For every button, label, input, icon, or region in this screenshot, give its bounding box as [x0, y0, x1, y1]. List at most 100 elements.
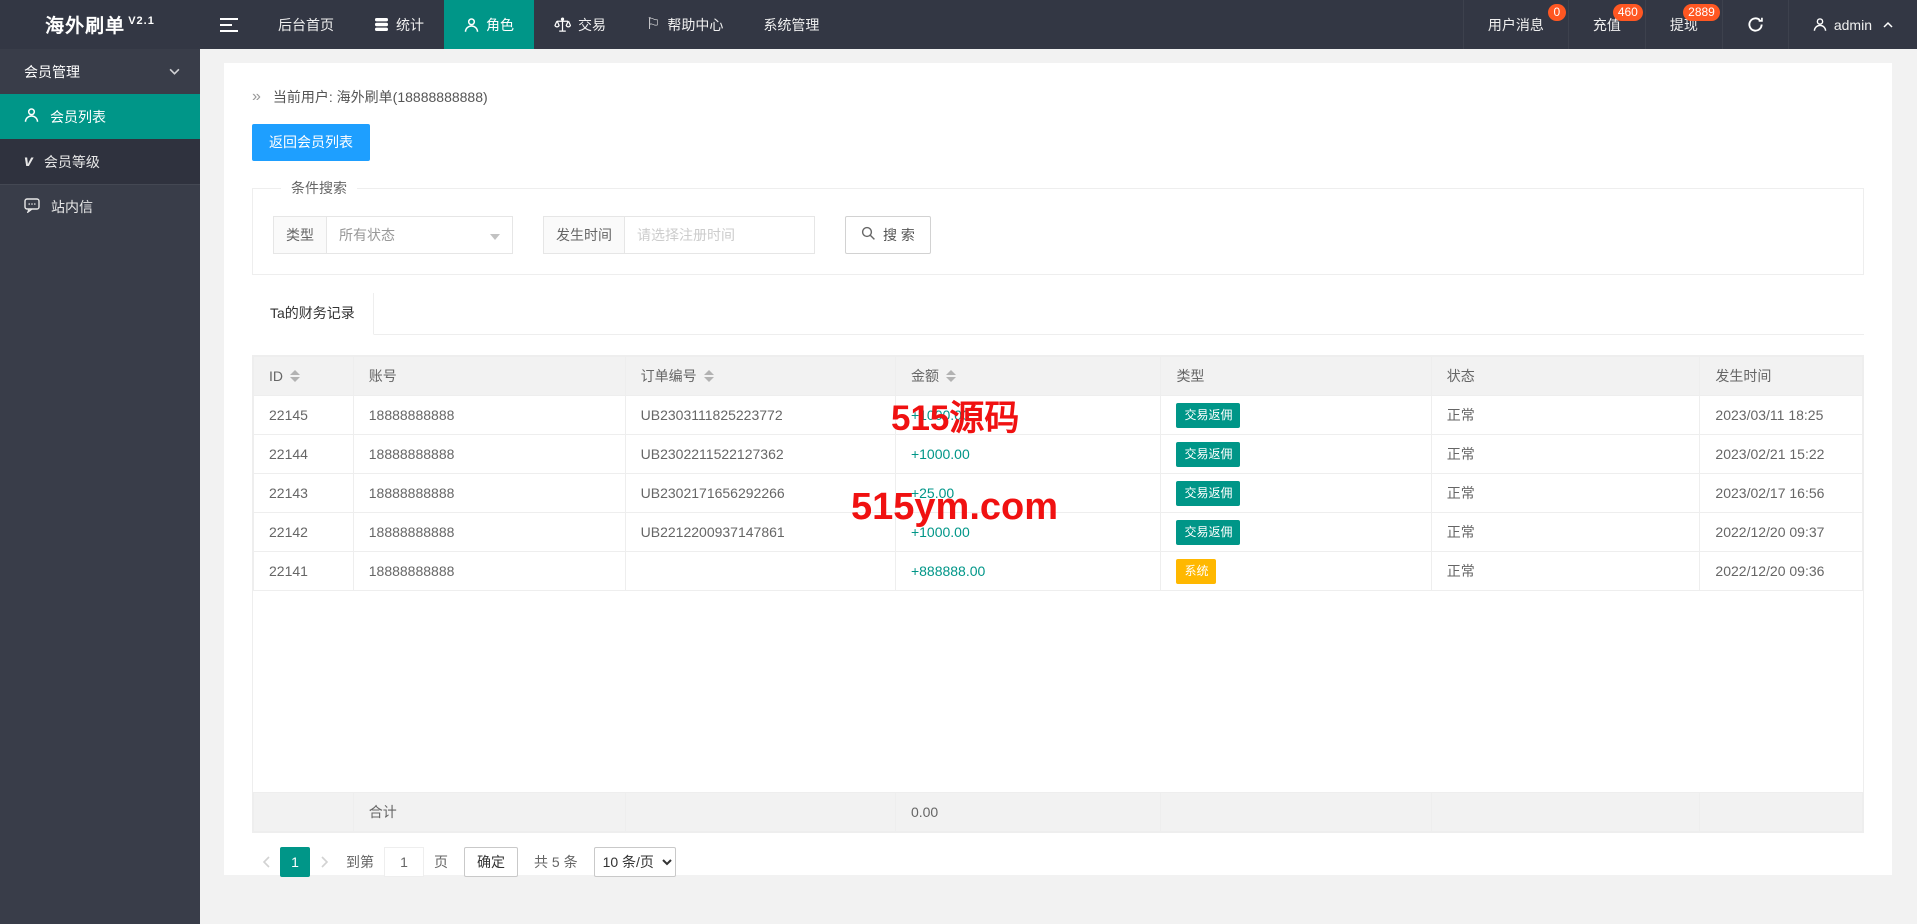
- sidebar-item-member-list-label: 会员列表: [50, 107, 106, 127]
- search-button[interactable]: 搜 索: [845, 216, 931, 254]
- nav-item-roles[interactable]: 角色: [444, 0, 534, 49]
- menu-toggle-button[interactable]: [200, 0, 258, 49]
- nav-item-withdraw[interactable]: 提现 2889: [1645, 0, 1722, 49]
- table-row: 22145 18888888888 UB2303111825223772 +10…: [254, 396, 1863, 435]
- cell-time: 2022/12/20 09:37: [1700, 513, 1863, 552]
- app-version: V2.1: [128, 15, 155, 27]
- cell-time: 2023/02/17 16:56: [1700, 474, 1863, 513]
- admin-user-icon: [1813, 17, 1827, 32]
- sidebar: 会员管理 会员列表 v 会员等级 站内信: [0, 49, 200, 924]
- total-count-label: 共 5 条: [534, 852, 578, 872]
- message-icon: [24, 198, 40, 216]
- cell-time: 2023/02/21 15:22: [1700, 435, 1863, 474]
- nav-item-stats[interactable]: 统计: [354, 0, 444, 49]
- breadcrumb-arrow-icon: »: [252, 88, 261, 106]
- nav-item-home-label: 后台首页: [278, 15, 334, 35]
- table-header-row: ID 账号 订单编号 金额 类型 状态 发生时间: [254, 357, 1863, 396]
- time-field-label: 发生时间: [543, 216, 625, 254]
- user-messages-badge: 0: [1548, 4, 1566, 21]
- cell-id: 22141: [254, 552, 354, 591]
- admin-label: admin: [1834, 17, 1872, 33]
- next-page-button[interactable]: [310, 847, 338, 877]
- confirm-page-button[interactable]: 确定: [464, 847, 518, 877]
- table-total-row: 合计 0.00: [254, 793, 1863, 832]
- cell-time: 2023/03/11 18:25: [1700, 396, 1863, 435]
- cell-id: 22142: [254, 513, 354, 552]
- sidebar-group-member-management[interactable]: 会员管理: [0, 49, 200, 94]
- nav-item-system[interactable]: 系统管理: [743, 0, 839, 49]
- financial-records-table: ID 账号 订单编号 金额 类型 状态 发生时间 22145 188888888…: [252, 355, 1864, 833]
- admin-menu[interactable]: admin: [1788, 0, 1917, 49]
- cell-time: 2022/12/20 09:36: [1700, 552, 1863, 591]
- refresh-button[interactable]: [1722, 0, 1788, 49]
- type-select[interactable]: 所有状态: [327, 216, 513, 254]
- watermark-url: 515ym.com: [851, 486, 1058, 529]
- type-badge: 交易返佣: [1176, 520, 1240, 545]
- column-header-order-no[interactable]: 订单编号: [625, 357, 895, 396]
- column-header-type: 类型: [1161, 357, 1431, 396]
- per-page-select[interactable]: 10 条/页: [594, 847, 676, 877]
- time-input[interactable]: [625, 216, 815, 254]
- main-menu: 后台首页 统计 角色 交易 ⚐ 帮助中心 系统管理: [200, 0, 839, 49]
- table-row: 22144 18888888888 UB2302211522127362 +10…: [254, 435, 1863, 474]
- type-badge: 交易返佣: [1176, 442, 1240, 467]
- cell-status: 正常: [1431, 435, 1700, 474]
- pagination: 1 到第 页 确定 共 5 条 10 条/页: [252, 847, 1864, 877]
- column-header-id[interactable]: ID: [254, 357, 354, 396]
- column-header-status: 状态: [1431, 357, 1700, 396]
- nav-item-home[interactable]: 后台首页: [258, 0, 354, 49]
- nav-item-recharge[interactable]: 充值 460: [1568, 0, 1645, 49]
- user-icon: [464, 17, 479, 33]
- nav-item-trades[interactable]: 交易: [534, 0, 626, 49]
- cell-account: 18888888888: [353, 552, 625, 591]
- sidebar-item-member-list[interactable]: 会员列表: [0, 94, 200, 139]
- type-badge: 系统: [1176, 559, 1216, 584]
- type-badge: 交易返佣: [1176, 481, 1240, 506]
- cell-status: 正常: [1431, 396, 1700, 435]
- page-number-current[interactable]: 1: [280, 847, 310, 877]
- sidebar-item-member-level-label: 会员等级: [44, 152, 100, 172]
- type-select-value: 所有状态: [339, 225, 395, 245]
- sort-icon[interactable]: [290, 370, 300, 382]
- watermark-text: 515源码: [891, 390, 1019, 441]
- sidebar-item-site-message-label: 站内信: [51, 197, 93, 217]
- nav-item-help-label: 帮助中心: [667, 15, 723, 35]
- table-row: 22141 18888888888 +888888.00 系统 正常 2022/…: [254, 552, 1863, 591]
- app-logo: 海外刷单 V2.1: [0, 0, 200, 49]
- hamburger-icon: [220, 18, 238, 32]
- chevron-up-icon: [1883, 20, 1893, 30]
- withdraw-badge: 2889: [1683, 4, 1720, 21]
- sidebar-item-site-message[interactable]: 站内信: [0, 184, 200, 229]
- refresh-icon: [1747, 16, 1764, 33]
- goto-label: 到第: [346, 852, 374, 872]
- nav-item-help[interactable]: ⚐ 帮助中心: [626, 0, 743, 49]
- goto-page-input[interactable]: [384, 847, 424, 877]
- database-icon: [374, 17, 389, 32]
- scales-icon: [554, 17, 571, 33]
- cell-amount: +888888.00: [895, 552, 1160, 591]
- current-user-text: 当前用户: 海外刷单(18888888888): [273, 87, 488, 107]
- nav-item-trades-label: 交易: [578, 15, 606, 35]
- sort-icon[interactable]: [704, 370, 714, 382]
- cell-status: 正常: [1431, 513, 1700, 552]
- nav-item-user-messages[interactable]: 用户消息 0: [1463, 0, 1568, 49]
- type-badge: 交易返佣: [1176, 403, 1240, 428]
- app-title: 海外刷单: [45, 11, 125, 38]
- column-header-time: 发生时间: [1700, 357, 1863, 396]
- cell-order: UB2302211522127362: [625, 435, 895, 474]
- cell-order: [625, 552, 895, 591]
- chevron-down-icon: [169, 64, 180, 80]
- prev-page-button[interactable]: [252, 847, 280, 877]
- total-amount: 0.00: [895, 793, 1160, 832]
- search-icon: [861, 226, 876, 244]
- sidebar-group-label: 会员管理: [24, 62, 80, 82]
- back-to-member-list-button[interactable]: 返回会员列表: [252, 124, 370, 161]
- nav-item-system-label: 系统管理: [763, 15, 819, 35]
- cell-id: 22144: [254, 435, 354, 474]
- user-icon: [24, 107, 39, 126]
- search-panel-legend: 条件搜索: [281, 178, 357, 198]
- sort-icon[interactable]: [946, 370, 956, 382]
- tab-financial-records[interactable]: Ta的财务记录: [252, 293, 374, 335]
- sidebar-item-member-level[interactable]: v 会员等级: [0, 139, 200, 184]
- search-button-label: 搜 索: [883, 225, 915, 245]
